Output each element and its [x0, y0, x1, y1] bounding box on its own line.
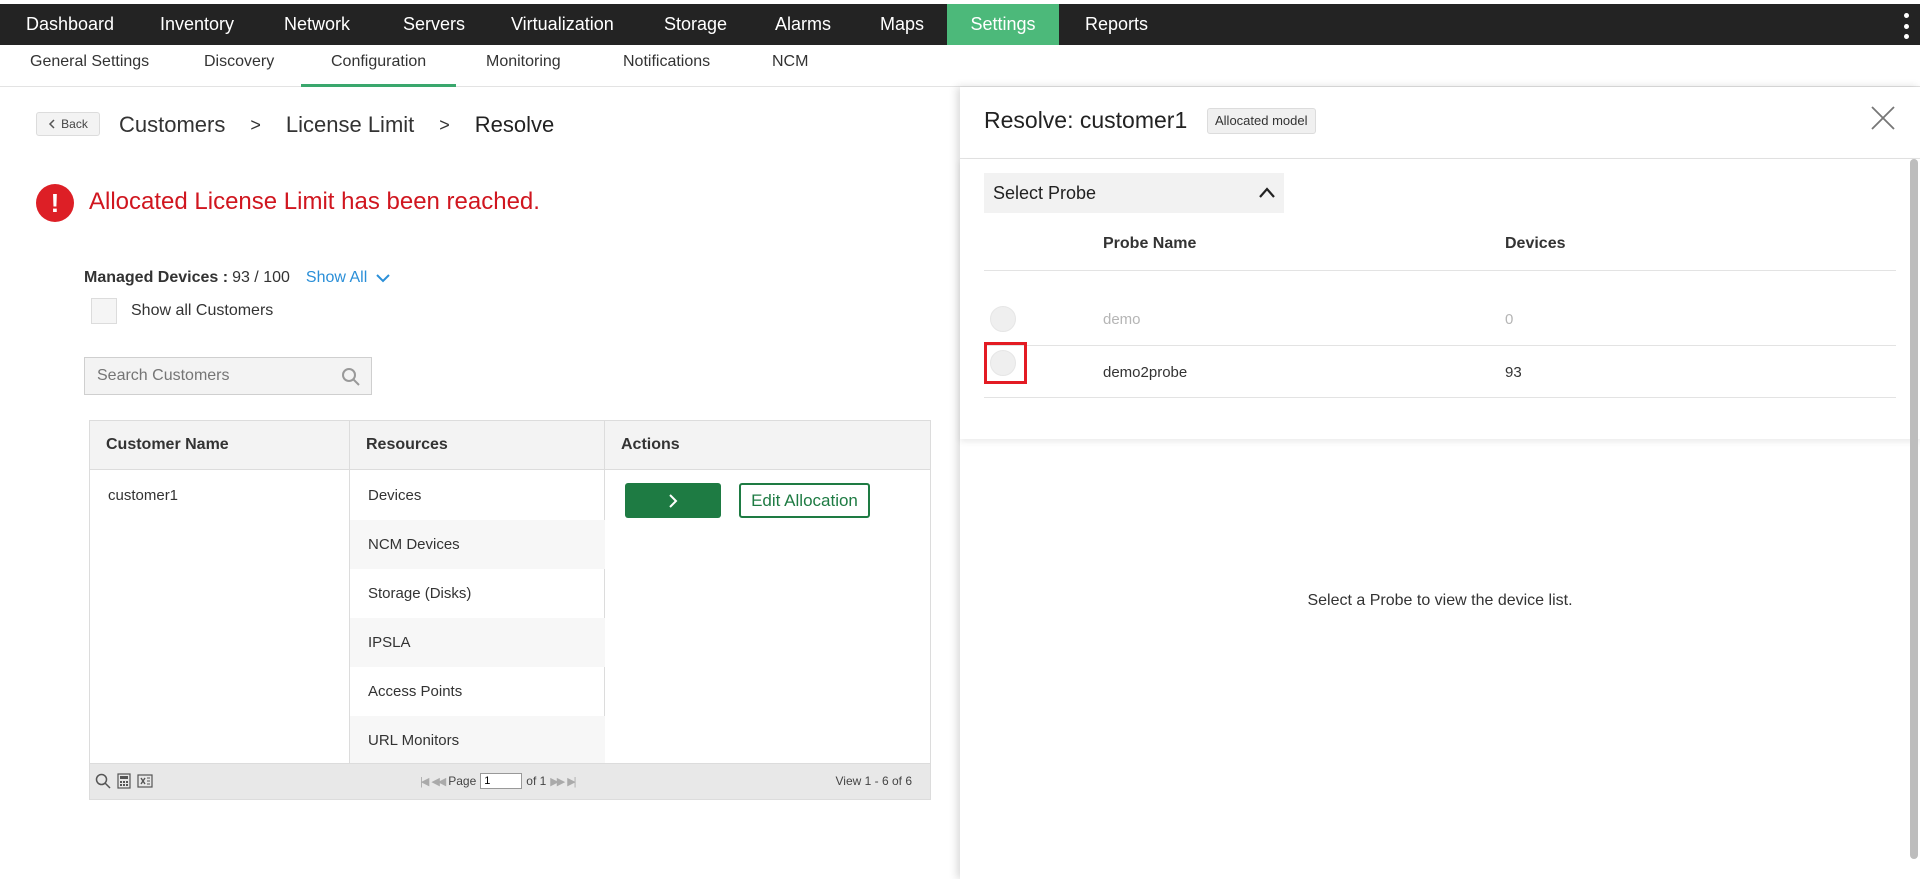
probe-section: Select Probe Probe Name Devices demo 0 d…: [960, 159, 1920, 439]
resolve-panel: Resolve: customer1 Allocated model Selec…: [960, 87, 1920, 879]
probe-devices-demo2probe: 93: [1505, 364, 1522, 381]
breadcrumb-separator: >: [250, 114, 261, 135]
tab-configuration[interactable]: Configuration: [301, 45, 457, 87]
probe-devices-demo: 0: [1505, 311, 1514, 328]
column-header-devices: Devices: [1505, 235, 1566, 252]
chevron-down-icon[interactable]: [375, 270, 391, 286]
chevron-left-icon: [49, 119, 55, 129]
back-label: Back: [61, 117, 88, 131]
probe-radio-demo2probe[interactable]: [990, 350, 1016, 376]
empty-device-message: Select a Probe to view the device list.: [1307, 592, 1573, 609]
tab-notifications[interactable]: Notifications: [593, 45, 740, 87]
page-of-label: of 1: [526, 774, 547, 788]
breadcrumb-resolve: Resolve: [474, 112, 555, 137]
probe-name-demo2probe: demo2probe: [1103, 364, 1188, 381]
allocated-model-badge: Allocated model: [1207, 108, 1316, 134]
select-probe-toggle[interactable]: Select Probe: [984, 173, 1284, 213]
show-all-customers-label: Show all Customers: [131, 302, 274, 319]
breadcrumb: Customers > License Limit > Resolve: [119, 110, 554, 140]
table-footer: |◀ ◀◀ Page of 1 ▶▶ ▶| View 1 - 6 of 6: [90, 763, 930, 799]
search-icon[interactable]: [341, 367, 361, 387]
resource-storage-disks: Storage (Disks): [368, 585, 472, 602]
resource-ipsla: IPSLA: [350, 618, 605, 667]
export-excel-icon[interactable]: [137, 773, 153, 789]
customer-name-cell: customer1: [108, 487, 179, 504]
exclamation-icon: !: [36, 184, 74, 222]
probe-name-demo: demo: [1103, 311, 1141, 328]
resolve-arrow-button[interactable]: [625, 483, 721, 518]
page-label: Page: [448, 774, 477, 788]
resource-devices: Devices: [368, 487, 422, 504]
chevron-right-icon: [669, 493, 678, 508]
panel-scrollbar[interactable]: [1910, 159, 1918, 859]
managed-devices: Managed Devices : 93 / 100 Show All: [84, 269, 391, 287]
managed-devices-label: Managed Devices :: [84, 269, 229, 286]
view-info: View 1 - 6 of 6: [835, 774, 913, 788]
chevron-up-icon: [1259, 187, 1275, 198]
close-icon[interactable]: [1870, 105, 1896, 131]
show-all-link[interactable]: Show All: [306, 269, 367, 287]
column-header-actions: Actions: [605, 421, 930, 470]
nav-virtualization[interactable]: Virtualization: [485, 4, 640, 45]
resource-access-points: Access Points: [368, 683, 463, 700]
pager: |◀ ◀◀ Page of 1 ▶▶ ▶|: [420, 773, 577, 789]
customers-table: Customer Name Resources Actions customer…: [89, 420, 931, 800]
nav-inventory[interactable]: Inventory: [134, 4, 260, 45]
show-all-customers-checkbox[interactable]: [91, 298, 117, 324]
nav-alarms[interactable]: Alarms: [749, 4, 857, 45]
first-page-icon[interactable]: |◀: [420, 775, 429, 788]
nav-servers[interactable]: Servers: [377, 4, 491, 45]
breadcrumb-customers[interactable]: Customers: [119, 112, 225, 138]
tab-discovery[interactable]: Discovery: [174, 45, 304, 87]
edit-allocation-button[interactable]: Edit Allocation: [739, 483, 870, 518]
nav-settings[interactable]: Settings: [947, 4, 1059, 45]
managed-devices-value: 93 / 100: [232, 269, 290, 286]
tab-general-settings[interactable]: General Settings: [0, 45, 179, 87]
prev-page-icon[interactable]: ◀◀: [431, 775, 446, 788]
probe-radio-demo[interactable]: [990, 306, 1016, 332]
back-button[interactable]: Back: [36, 112, 100, 136]
column-header-resources: Resources: [350, 421, 605, 470]
column-header-customer-name: Customer Name: [90, 421, 350, 470]
select-probe-label: Select Probe: [993, 183, 1097, 203]
tab-ncm[interactable]: NCM: [742, 45, 838, 87]
alert-message: Allocated License Limit has been reached…: [89, 188, 540, 215]
next-page-icon[interactable]: ▶▶: [550, 775, 565, 788]
last-page-icon[interactable]: ▶|: [567, 775, 576, 788]
search-box: [84, 357, 372, 395]
more-options-icon[interactable]: [1902, 13, 1910, 39]
resource-url-monitors: URL Monitors: [350, 716, 605, 765]
breadcrumb-license-limit[interactable]: License Limit: [286, 112, 414, 138]
column-header-probe-name: Probe Name: [1103, 235, 1197, 252]
nav-dashboard[interactable]: Dashboard: [0, 4, 140, 45]
show-all-customers-row: Show all Customers: [91, 298, 273, 324]
nav-storage[interactable]: Storage: [638, 4, 753, 45]
sub-nav: General Settings Discovery Configuration…: [0, 45, 1920, 87]
search-input[interactable]: [85, 358, 325, 394]
resource-ncm-devices: NCM Devices: [350, 520, 605, 569]
tab-monitoring[interactable]: Monitoring: [456, 45, 591, 87]
top-nav: Dashboard Inventory Network Servers Virt…: [0, 0, 1920, 45]
nav-maps[interactable]: Maps: [854, 4, 950, 45]
panel-title: Resolve: customer1: [984, 107, 1188, 133]
nav-reports[interactable]: Reports: [1059, 4, 1174, 45]
breadcrumb-separator: >: [439, 114, 450, 135]
nav-network[interactable]: Network: [258, 4, 376, 45]
search-icon[interactable]: [95, 773, 111, 789]
calculator-icon[interactable]: [116, 773, 132, 789]
page-input[interactable]: [480, 773, 523, 789]
